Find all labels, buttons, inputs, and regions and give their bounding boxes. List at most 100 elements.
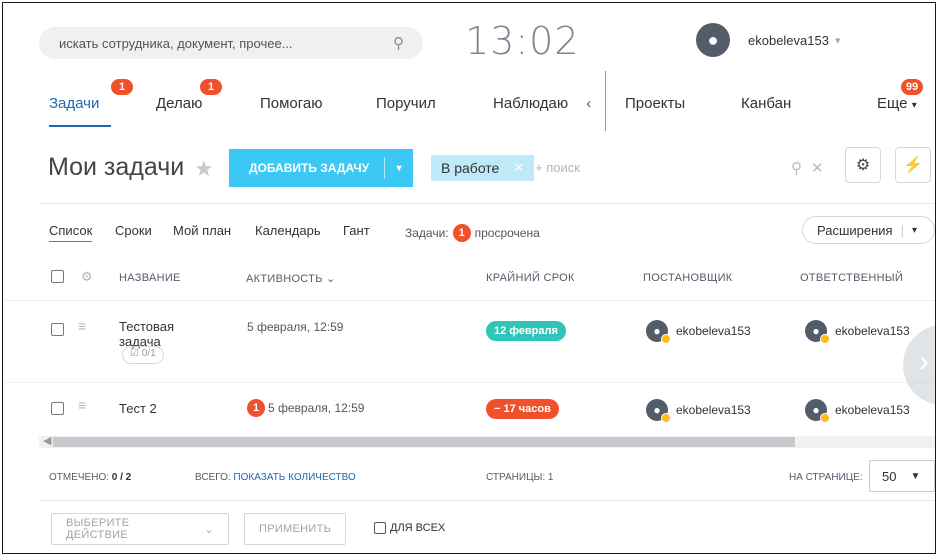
- chevron-left-icon[interactable]: ◀: [43, 434, 51, 447]
- choose-action-label: ВЫБЕРИТЕ ДЕЙСТВИЕ: [66, 517, 130, 541]
- responsible-cell[interactable]: ● ekobeleva153: [805, 320, 910, 344]
- activity-cell: 1 5 февраля, 12:59: [247, 399, 364, 417]
- user-menu[interactable]: ● ekobeleva153 ▾: [696, 23, 841, 57]
- responsible-name: ekobeleva153: [835, 403, 910, 417]
- gear-icon: ⚙: [855, 157, 871, 174]
- scrollbar-thumb[interactable]: [53, 437, 795, 447]
- tab-label: Наблюдаю: [493, 95, 569, 112]
- chevron-left-icon[interactable]: ‹: [586, 95, 591, 112]
- tab-label: Поручил: [376, 95, 436, 112]
- view-deadlines[interactable]: Сроки: [115, 223, 152, 238]
- filter-search-input[interactable]: + поиск: [535, 160, 580, 175]
- tab-helping[interactable]: Помогаю: [260, 95, 323, 112]
- responsible-cell[interactable]: ● ekobeleva153: [805, 399, 910, 423]
- add-task-label: ДОБАВИТЬ ЗАДАЧУ: [249, 161, 370, 175]
- chevron-down-icon: ▾: [912, 224, 918, 236]
- tab-kanban[interactable]: Канбан: [741, 95, 791, 112]
- total-label: ВСЕГО:: [195, 472, 231, 483]
- tab-projects[interactable]: Проекты: [625, 95, 685, 112]
- tab-label: Задачи: [49, 95, 100, 112]
- apply-button[interactable]: ПРИМЕНИТЬ: [244, 513, 347, 545]
- search-icon[interactable]: ⚲: [393, 34, 423, 52]
- tab-watching[interactable]: Наблюдаю ‹: [493, 95, 591, 112]
- global-search-input[interactable]: искать сотрудника, документ, прочее... ⚲: [39, 27, 423, 59]
- view-gantt[interactable]: Гант: [343, 223, 370, 238]
- tabs-divider: [605, 71, 606, 131]
- view-list[interactable]: Список: [49, 223, 93, 242]
- pages-label: СТРАНИЦЫ: 1: [486, 472, 554, 483]
- creator-cell[interactable]: ● ekobeleva153: [646, 320, 751, 344]
- automation-button[interactable]: ⚡: [895, 147, 931, 183]
- tab-more[interactable]: 99 Еще ▾: [877, 79, 923, 112]
- extensions-label: Расширения: [817, 222, 893, 238]
- tab-assigned[interactable]: Поручил: [376, 95, 436, 112]
- close-icon[interactable]: ✕: [811, 159, 824, 177]
- tab-badge: 1: [200, 79, 222, 95]
- add-task-button[interactable]: ДОБАВИТЬ ЗАДАЧУ ▾: [229, 149, 413, 187]
- tab-tasks[interactable]: 1 Задачи: [49, 79, 133, 127]
- tasks-label: Задачи:: [405, 226, 449, 240]
- view-my-plan[interactable]: Мой план: [173, 223, 231, 238]
- activity-date: 5 февраля, 12:59: [268, 401, 365, 415]
- tab-doing[interactable]: 1 Делаю: [156, 79, 222, 112]
- username[interactable]: ekobeleva153: [748, 33, 829, 48]
- settings-button[interactable]: ⚙: [845, 147, 881, 183]
- total-counter: ВСЕГО: ПОКАЗАТЬ КОЛИЧЕСТВО: [195, 472, 356, 483]
- close-icon[interactable]: ✕: [513, 160, 524, 176]
- star-icon[interactable]: ★: [194, 156, 214, 182]
- per-page-value: 50: [882, 468, 897, 484]
- menu-icon[interactable]: ≡: [78, 318, 86, 334]
- horizontal-scrollbar[interactable]: ◀: [39, 434, 935, 448]
- active-tab-underline: [49, 125, 111, 127]
- tab-label: Еще: [877, 95, 908, 112]
- row-checkbox[interactable]: [51, 402, 64, 415]
- column-header-deadline[interactable]: КРАЙНИЙ СРОК: [486, 272, 575, 284]
- active-underline: [49, 241, 93, 242]
- select-all-checkbox[interactable]: [51, 270, 64, 283]
- chevron-down-icon: ▼: [910, 470, 921, 482]
- menu-icon[interactable]: ≡: [78, 397, 86, 413]
- deadline-badge[interactable]: − 17 часов: [486, 399, 559, 419]
- divider: [39, 203, 935, 204]
- column-header-name[interactable]: НАЗВАНИЕ: [119, 272, 181, 284]
- activity-date: 5 февраля, 12:59: [247, 320, 344, 334]
- row-checkbox[interactable]: [51, 323, 64, 336]
- user-avatar-icon: ●: [646, 320, 671, 344]
- choose-action-select[interactable]: ВЫБЕРИТЕ ДЕЙСТВИЕ ⌄: [51, 513, 229, 545]
- search-icon[interactable]: ⚲: [791, 159, 802, 177]
- column-header-responsible[interactable]: ОТВЕТСТВЕННЫЙ: [800, 272, 903, 284]
- gear-icon[interactable]: ⚙: [81, 269, 93, 285]
- overdue-counter[interactable]: Задачи: 1 просрочена: [405, 224, 540, 242]
- subtask-counter[interactable]: ☑ 0/1: [122, 346, 164, 364]
- column-header-activity[interactable]: АКТИВНОСТЬ ⌄: [246, 272, 336, 285]
- marked-value: 0 / 2: [111, 472, 132, 483]
- checkbox[interactable]: [374, 522, 386, 534]
- for-all-checkbox[interactable]: ДЛЯ ВСЕХ: [374, 522, 445, 534]
- creator-cell[interactable]: ● ekobeleva153: [646, 399, 751, 423]
- view-calendar[interactable]: Календарь: [255, 223, 321, 238]
- task-title-link[interactable]: Тестовая задача: [119, 319, 199, 349]
- table-row[interactable]: ≡ Тестовая задача ☑ 0/1 5 февраля, 12:59…: [3, 300, 935, 382]
- divider: [39, 500, 935, 501]
- tab-label: Делаю: [156, 95, 203, 112]
- column-header-creator[interactable]: ПОСТАНОВЩИК: [643, 272, 733, 284]
- activity-badge: 1: [247, 399, 265, 417]
- group-actions: ВЫБЕРИТЕ ДЕЙСТВИЕ ⌄ ПРИМЕНИТЬ ДЛЯ ВСЕХ: [3, 513, 935, 549]
- crown-icon: [661, 413, 671, 423]
- creator-name: ekobeleva153: [676, 324, 751, 338]
- crown-icon: [820, 413, 830, 423]
- per-page-select[interactable]: 50 ▼: [869, 460, 935, 492]
- task-title-link[interactable]: Тест 2: [119, 401, 199, 416]
- chevron-down-icon[interactable]: ▾: [385, 163, 413, 174]
- show-count-link[interactable]: ПОКАЗАТЬ КОЛИЧЕСТВО: [233, 472, 355, 483]
- deadline-badge[interactable]: 12 февраля: [486, 321, 566, 341]
- filter-chip[interactable]: В работе ✕: [431, 155, 535, 181]
- view-label: Список: [49, 223, 93, 238]
- per-page-label: НА СТРАНИЦЕ:: [789, 472, 863, 483]
- view-switcher: Список Сроки Мой план Календарь Гант Зад…: [3, 216, 935, 246]
- extensions-button[interactable]: Расширения | ▾: [802, 216, 935, 244]
- clock: 13:02: [465, 19, 580, 63]
- user-avatar-icon[interactable]: ●: [696, 23, 730, 57]
- chevron-down-icon[interactable]: ▾: [835, 34, 841, 47]
- table-row[interactable]: ≡ Тест 2 1 5 февраля, 12:59 − 17 часов ●…: [3, 382, 935, 434]
